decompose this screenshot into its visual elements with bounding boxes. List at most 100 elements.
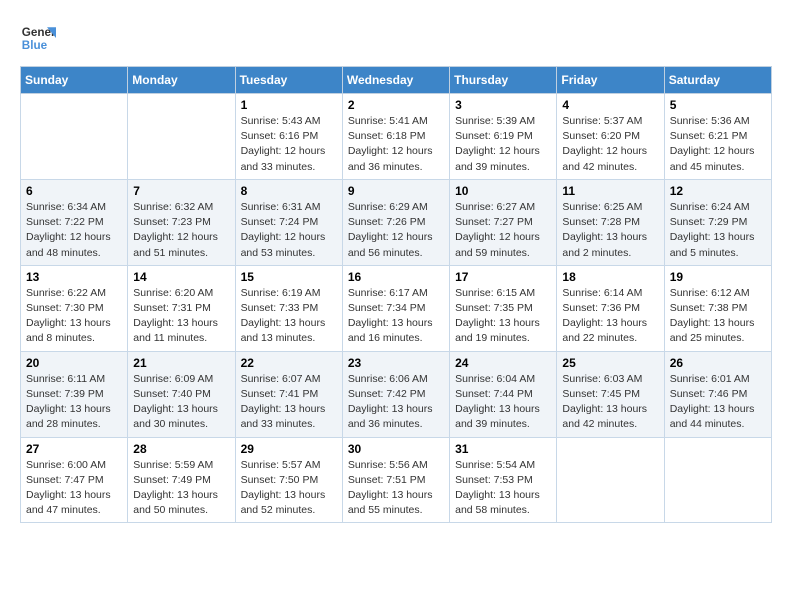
day-number: 3 [455,98,551,112]
logo: General Blue [20,20,56,56]
day-number: 29 [241,442,337,456]
day-info: Sunrise: 6:32 AM Sunset: 7:23 PM Dayligh… [133,200,229,261]
day-info: Sunrise: 6:12 AM Sunset: 7:38 PM Dayligh… [670,286,766,347]
logo-icon: General Blue [20,20,56,56]
calendar-cell: 6 Sunrise: 6:34 AM Sunset: 7:22 PM Daylig… [21,179,128,265]
calendar-cell: 18Sunrise: 6:14 AM Sunset: 7:36 PM Dayli… [557,265,664,351]
calendar-cell [557,437,664,523]
day-number: 11 [562,184,658,198]
calendar-cell [21,94,128,180]
day-info: Sunrise: 6:34 AM Sunset: 7:22 PM Dayligh… [26,200,122,261]
calendar-cell [664,437,771,523]
day-info: Sunrise: 6:15 AM Sunset: 7:35 PM Dayligh… [455,286,551,347]
calendar-cell: 26Sunrise: 6:01 AM Sunset: 7:46 PM Dayli… [664,351,771,437]
day-number: 5 [670,98,766,112]
day-number: 6 [26,184,122,198]
day-number: 2 [348,98,444,112]
calendar-week-row: 20 Sunrise: 6:11 AM Sunset: 7:39 PM Dayli… [21,351,772,437]
calendar-cell: 15 Sunrise: 6:19 AM Sunset: 7:33 PM Dayli… [235,265,342,351]
calendar-cell: 31 Sunrise: 5:54 AM Sunset: 7:53 PM Dayli… [450,437,557,523]
day-number: 26 [670,356,766,370]
calendar-cell: 1 Sunrise: 5:43 AM Sunset: 6:16 PM Daylig… [235,94,342,180]
day-info: Sunrise: 6:14 AM Sunset: 7:36 PM Dayligh… [562,286,658,347]
calendar-week-row: 27Sunrise: 6:00 AM Sunset: 7:47 PM Dayli… [21,437,772,523]
day-info: Sunrise: 6:09 AM Sunset: 7:40 PM Dayligh… [133,372,229,433]
weekday-header: Monday [128,67,235,94]
calendar-cell: 14 Sunrise: 6:20 AM Sunset: 7:31 PM Dayli… [128,265,235,351]
day-info: Sunrise: 6:07 AM Sunset: 7:41 PM Dayligh… [241,372,337,433]
day-info: Sunrise: 5:43 AM Sunset: 6:16 PM Dayligh… [241,114,337,175]
calendar-week-row: 6 Sunrise: 6:34 AM Sunset: 7:22 PM Daylig… [21,179,772,265]
weekday-header: Sunday [21,67,128,94]
day-number: 4 [562,98,658,112]
day-info: Sunrise: 6:17 AM Sunset: 7:34 PM Dayligh… [348,286,444,347]
day-number: 25 [562,356,658,370]
calendar-cell: 17 Sunrise: 6:15 AM Sunset: 7:35 PM Dayli… [450,265,557,351]
day-number: 12 [670,184,766,198]
calendar-cell: 21 Sunrise: 6:09 AM Sunset: 7:40 PM Dayli… [128,351,235,437]
day-info: Sunrise: 5:39 AM Sunset: 6:19 PM Dayligh… [455,114,551,175]
day-number: 9 [348,184,444,198]
calendar-cell: 20 Sunrise: 6:11 AM Sunset: 7:39 PM Dayli… [21,351,128,437]
day-info: Sunrise: 6:25 AM Sunset: 7:28 PM Dayligh… [562,200,658,261]
calendar-cell: 30Sunrise: 5:56 AM Sunset: 7:51 PM Dayli… [342,437,449,523]
day-info: Sunrise: 6:20 AM Sunset: 7:31 PM Dayligh… [133,286,229,347]
day-number: 28 [133,442,229,456]
calendar-cell: 27Sunrise: 6:00 AM Sunset: 7:47 PM Dayli… [21,437,128,523]
day-info: Sunrise: 6:03 AM Sunset: 7:45 PM Dayligh… [562,372,658,433]
day-info: Sunrise: 6:29 AM Sunset: 7:26 PM Dayligh… [348,200,444,261]
day-number: 13 [26,270,122,284]
weekday-header: Thursday [450,67,557,94]
weekday-header: Saturday [664,67,771,94]
day-number: 31 [455,442,551,456]
day-info: Sunrise: 5:59 AM Sunset: 7:49 PM Dayligh… [133,458,229,519]
day-number: 22 [241,356,337,370]
calendar-table: SundayMondayTuesdayWednesdayThursdayFrid… [20,66,772,523]
day-number: 8 [241,184,337,198]
day-info: Sunrise: 5:41 AM Sunset: 6:18 PM Dayligh… [348,114,444,175]
day-number: 19 [670,270,766,284]
svg-text:Blue: Blue [22,39,48,52]
day-info: Sunrise: 5:37 AM Sunset: 6:20 PM Dayligh… [562,114,658,175]
day-number: 15 [241,270,337,284]
calendar-cell: 12 Sunrise: 6:24 AM Sunset: 7:29 PM Dayli… [664,179,771,265]
day-info: Sunrise: 5:36 AM Sunset: 6:21 PM Dayligh… [670,114,766,175]
day-info: Sunrise: 6:31 AM Sunset: 7:24 PM Dayligh… [241,200,337,261]
weekday-header: Tuesday [235,67,342,94]
calendar-week-row: 1 Sunrise: 5:43 AM Sunset: 6:16 PM Daylig… [21,94,772,180]
day-info: Sunrise: 6:24 AM Sunset: 7:29 PM Dayligh… [670,200,766,261]
calendar-cell: 9 Sunrise: 6:29 AM Sunset: 7:26 PM Daylig… [342,179,449,265]
day-info: Sunrise: 6:27 AM Sunset: 7:27 PM Dayligh… [455,200,551,261]
day-number: 24 [455,356,551,370]
calendar-cell: 19 Sunrise: 6:12 AM Sunset: 7:38 PM Dayli… [664,265,771,351]
day-info: Sunrise: 6:22 AM Sunset: 7:30 PM Dayligh… [26,286,122,347]
day-info: Sunrise: 5:57 AM Sunset: 7:50 PM Dayligh… [241,458,337,519]
day-number: 7 [133,184,229,198]
day-number: 10 [455,184,551,198]
calendar-cell: 24 Sunrise: 6:04 AM Sunset: 7:44 PM Dayli… [450,351,557,437]
day-info: Sunrise: 6:06 AM Sunset: 7:42 PM Dayligh… [348,372,444,433]
day-number: 16 [348,270,444,284]
day-number: 20 [26,356,122,370]
calendar-cell: 25 Sunrise: 6:03 AM Sunset: 7:45 PM Dayli… [557,351,664,437]
day-number: 17 [455,270,551,284]
calendar-cell: 2 Sunrise: 5:41 AM Sunset: 6:18 PM Daylig… [342,94,449,180]
day-info: Sunrise: 6:04 AM Sunset: 7:44 PM Dayligh… [455,372,551,433]
weekday-header-row: SundayMondayTuesdayWednesdayThursdayFrid… [21,67,772,94]
calendar-cell: 7 Sunrise: 6:32 AM Sunset: 7:23 PM Daylig… [128,179,235,265]
day-info: Sunrise: 6:00 AM Sunset: 7:47 PM Dayligh… [26,458,122,519]
page-header: General Blue [20,20,772,56]
calendar-cell: 11 Sunrise: 6:25 AM Sunset: 7:28 PM Dayli… [557,179,664,265]
calendar-cell: 22 Sunrise: 6:07 AM Sunset: 7:41 PM Dayli… [235,351,342,437]
calendar-cell: 16 Sunrise: 6:17 AM Sunset: 7:34 PM Dayli… [342,265,449,351]
day-info: Sunrise: 5:54 AM Sunset: 7:53 PM Dayligh… [455,458,551,519]
day-number: 21 [133,356,229,370]
calendar-cell: 5 Sunrise: 5:36 AM Sunset: 6:21 PM Daylig… [664,94,771,180]
day-number: 14 [133,270,229,284]
day-info: Sunrise: 6:19 AM Sunset: 7:33 PM Dayligh… [241,286,337,347]
calendar-cell: 29 Sunrise: 5:57 AM Sunset: 7:50 PM Dayli… [235,437,342,523]
weekday-header: Wednesday [342,67,449,94]
calendar-cell: 8 Sunrise: 6:31 AM Sunset: 7:24 PM Daylig… [235,179,342,265]
day-info: Sunrise: 6:11 AM Sunset: 7:39 PM Dayligh… [26,372,122,433]
day-number: 1 [241,98,337,112]
